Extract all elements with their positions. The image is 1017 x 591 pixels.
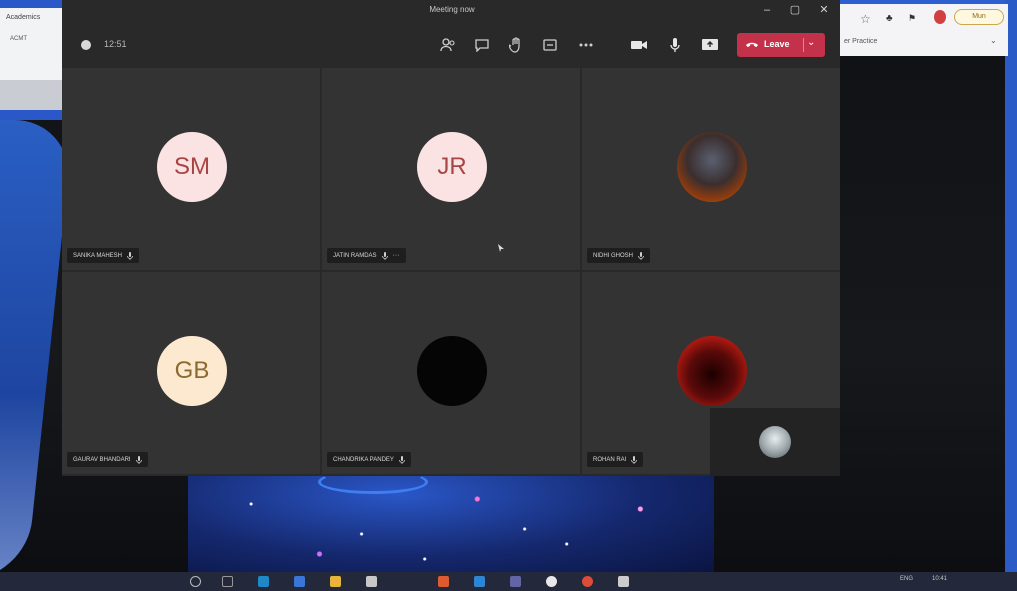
- mic-muted-icon: [127, 251, 133, 260]
- profile-avatar-icon[interactable]: [934, 10, 946, 24]
- meeting-timer: 12:51: [104, 39, 127, 49]
- mic-muted-icon: [638, 251, 644, 260]
- hang-up-phone-icon: [746, 42, 758, 47]
- camera-button[interactable]: [627, 33, 651, 57]
- avatar-photo: [677, 132, 747, 202]
- browser-page-text: er Practice: [844, 38, 878, 45]
- meeting-toolbar: 12:51 Leave ⌄: [62, 22, 840, 68]
- participant-tile[interactable]: CHANDRIKA PANDEY: [322, 272, 580, 474]
- participant-name: JATIN RAMDAS: [333, 252, 377, 259]
- microphone-icon: [670, 38, 680, 52]
- mouse-cursor-icon: [498, 244, 504, 252]
- minimize-icon[interactable]: –: [756, 2, 778, 18]
- title-bar: Meeting now – ▢ ✕: [62, 0, 840, 22]
- chrome-icon[interactable]: [582, 576, 593, 587]
- task-view-icon[interactable]: [222, 576, 233, 587]
- leave-divider: [803, 38, 804, 52]
- app-icon[interactable]: [366, 576, 377, 587]
- rooms-button[interactable]: [538, 33, 562, 57]
- mic-muted-icon: [381, 251, 388, 260]
- mic-muted-icon: [399, 455, 405, 464]
- more-options-icon[interactable]: ···: [393, 252, 400, 259]
- participant-tile[interactable]: NIDHI GHOSH: [582, 68, 840, 270]
- chevron-down-icon[interactable]: ⌄: [807, 37, 815, 48]
- mic-muted-icon: [631, 455, 638, 464]
- participant-grid: SM SANIKA MAHESH JR JATIN RAMDAS ··· NID…: [62, 68, 840, 476]
- more-dots-icon: [579, 43, 593, 47]
- participant-tile[interactable]: JR JATIN RAMDAS ···: [322, 68, 580, 270]
- leave-label: Leave: [764, 39, 790, 49]
- people-icon: [440, 38, 455, 52]
- browser-window-left: Academics ACMT: [0, 8, 62, 110]
- hand-icon: [509, 37, 520, 53]
- share-screen-icon: [702, 39, 718, 50]
- app-icon[interactable]: [474, 576, 485, 587]
- name-tag: ROHAN RAI: [587, 452, 644, 467]
- avatar-photo: [677, 336, 747, 406]
- self-view-preview[interactable]: [710, 408, 840, 476]
- extension-icon[interactable]: ♣: [886, 13, 893, 24]
- browser-strip: [0, 80, 62, 110]
- avatar: SM: [157, 132, 227, 202]
- file-explorer-icon[interactable]: [330, 576, 341, 587]
- name-tag: GAURAV BHANDARI: [67, 452, 148, 467]
- avatar-photo: [417, 336, 487, 406]
- participant-tile[interactable]: SM SANIKA MAHESH: [62, 68, 320, 270]
- edge-icon[interactable]: [258, 576, 269, 587]
- participant-name: SANIKA MAHESH: [73, 252, 123, 259]
- participant-name: NIDHI GHOSH: [593, 252, 634, 259]
- language-indicator[interactable]: ENG: [900, 576, 913, 582]
- browser-window-right: ☆ ♣ ⚑ Mun er Practice ⌄: [840, 4, 1008, 56]
- extensions-puzzle-icon[interactable]: ⚑: [908, 13, 916, 24]
- teams-icon[interactable]: [510, 576, 521, 587]
- participant-name: GAURAV BHANDARI: [73, 456, 131, 463]
- close-icon[interactable]: ✕: [813, 2, 835, 18]
- mic-muted-icon: [135, 455, 142, 464]
- video-camera-icon: [631, 41, 647, 49]
- maximize-icon[interactable]: ▢: [784, 2, 806, 18]
- recording-dot-icon: [81, 40, 91, 50]
- profile-pill[interactable]: Mun: [954, 9, 1004, 25]
- participant-tile[interactable]: GB GAURAV BHANDARI: [62, 272, 320, 474]
- app-icon[interactable]: [294, 576, 305, 587]
- participants-button[interactable]: [436, 33, 460, 57]
- bookmark-star-icon[interactable]: ☆: [860, 12, 871, 26]
- meeting-window: Meeting now – ▢ ✕ 12:51 Leave ⌄ SM SANIK…: [62, 0, 840, 476]
- browser-address[interactable]: ACMT: [10, 36, 27, 42]
- avatar: JR: [417, 132, 487, 202]
- chat-icon: [475, 39, 489, 52]
- chat-button[interactable]: [470, 33, 494, 57]
- name-tag: NIDHI GHOSH: [587, 248, 651, 263]
- windows-taskbar: ENG 10:41: [0, 572, 1017, 591]
- microphone-button[interactable]: [663, 33, 687, 57]
- wallpaper-right-band: [1005, 0, 1017, 591]
- rooms-icon: [543, 39, 557, 51]
- name-tag: JATIN RAMDAS ···: [327, 248, 406, 263]
- leave-button[interactable]: Leave ⌄: [737, 33, 825, 57]
- avatar: GB: [157, 336, 227, 406]
- participant-name: ROHAN RAI: [593, 456, 627, 463]
- participant-name: CHANDRIKA PANDEY: [333, 456, 394, 463]
- raise-hand-button[interactable]: [504, 33, 528, 57]
- share-screen-button[interactable]: [698, 33, 722, 57]
- name-tag: SANIKA MAHESH: [67, 248, 140, 263]
- app-icon[interactable]: [438, 576, 449, 587]
- browser-tab[interactable]: Academics: [6, 14, 40, 21]
- name-tag: CHANDRIKA PANDEY: [327, 452, 411, 467]
- more-actions-button[interactable]: [574, 33, 598, 57]
- settings-icon[interactable]: [546, 576, 557, 587]
- self-avatar: [759, 426, 791, 458]
- taskbar-clock[interactable]: 10:41: [932, 576, 947, 582]
- space-wallpaper-window: [188, 474, 714, 574]
- app-icon[interactable]: [618, 576, 629, 587]
- chevron-down-icon[interactable]: ⌄: [990, 36, 997, 45]
- search-icon[interactable]: [190, 576, 201, 587]
- window-title: Meeting now: [429, 5, 475, 14]
